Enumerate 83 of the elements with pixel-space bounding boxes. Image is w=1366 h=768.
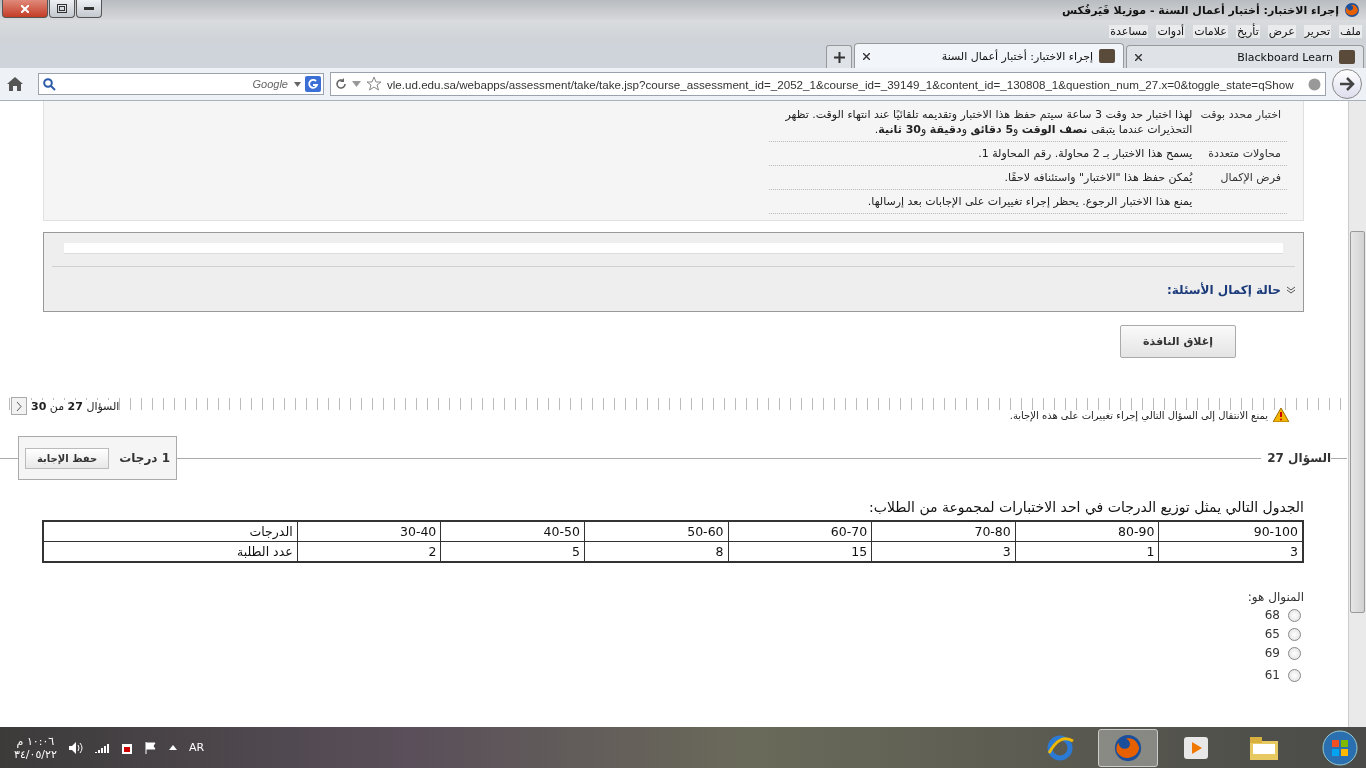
restore-icon xyxy=(57,4,67,13)
search-box[interactable]: Google xyxy=(38,73,324,95)
expand-chevron-icon[interactable] xyxy=(1287,286,1295,294)
radio-button[interactable] xyxy=(1288,627,1301,641)
signal-icon[interactable] xyxy=(94,742,109,753)
browser-tab[interactable]: Blackboard Learn xyxy=(1126,45,1364,68)
back-button[interactable] xyxy=(1332,69,1362,99)
table-cell: 50-60 xyxy=(584,521,729,542)
home-icon[interactable] xyxy=(6,76,24,92)
flag-icon[interactable] xyxy=(144,741,157,754)
minimize-button[interactable] xyxy=(76,0,102,18)
menu-item[interactable]: تأريخ xyxy=(1235,24,1260,38)
radio-button[interactable] xyxy=(1288,668,1301,682)
taskbar-button[interactable] xyxy=(1098,728,1158,767)
next-question-button[interactable] xyxy=(11,397,27,415)
close-icon[interactable] xyxy=(863,52,870,60)
menu-item[interactable]: عرض xyxy=(1267,24,1296,38)
info-text: يسمح هذا الاختبار بـ 2 محاولة. رقم المحاولة 1. xyxy=(769,142,1193,166)
firefox-icon xyxy=(1113,732,1143,763)
table-cell: 30-40 xyxy=(297,521,441,542)
table-cell: 80-90 xyxy=(1015,521,1159,542)
warning-icon xyxy=(1273,408,1289,422)
window-title: إجراء الاختبار: أختبار أعمال السنة - موزيلا فَيَرفُكس xyxy=(1062,3,1339,17)
caret-up-icon[interactable] xyxy=(168,745,177,750)
info-label: محاولات متعددة xyxy=(1192,142,1287,166)
dropdown-caret-icon xyxy=(294,81,301,87)
site-icon xyxy=(1339,50,1355,64)
table-cell: 40-50 xyxy=(440,521,585,542)
close-icon xyxy=(21,4,29,13)
close-icon[interactable] xyxy=(1135,53,1142,61)
plus-icon xyxy=(833,51,845,63)
question-text: الجدول التالي يمثل توزيع الدرجات في احد الاختبارات لمجموعة من الطلاب: xyxy=(868,499,1304,515)
menu-item[interactable]: تحرير xyxy=(1303,24,1332,38)
search-icon xyxy=(43,77,56,91)
info-label: فرض الإكمال xyxy=(1192,166,1287,190)
language-indicator[interactable]: AR xyxy=(188,741,205,754)
arrow-icon xyxy=(1339,77,1355,91)
table-cell: 70-80 xyxy=(871,521,1016,542)
info-text: لهذا اختبار حد وقت 3 ساعة سيتم حفظ هذا الاختبار وتقديمه تلقائيًا عند انتهاء الوقت. تظهر التحذيرات عندما يتبقى نصف الوقت و5 دقائق ودقيقة و30 ثانية. xyxy=(769,103,1193,142)
speaker-icon[interactable] xyxy=(68,741,83,754)
radio-button[interactable] xyxy=(1288,646,1301,660)
option-label: 61 xyxy=(1264,668,1280,682)
address-field[interactable]: vle.ud.edu.sa/webapps/assessment/take/take.jsp?course_assessment_id=_2052_1&course_id=_39149_1&content_id=_130808_1&question_num_27.x=0&toggle_state=qShow xyxy=(330,72,1326,96)
reload-icon[interactable] xyxy=(335,78,347,90)
option-label: 65 xyxy=(1264,627,1280,641)
new-tab-button[interactable] xyxy=(826,45,852,68)
menu-item[interactable]: أدوات xyxy=(1156,24,1186,38)
close-button[interactable] xyxy=(2,0,48,18)
browser-tab[interactable]: إجراء الاختبار: أختبار أعمال السنة xyxy=(854,43,1124,68)
clock-date: ٣٤/٠٥/٢٢ xyxy=(14,747,57,761)
info-text: يُمكن حفظ هذا "الاختبار" واستئنافه لاحقًا. xyxy=(769,166,1193,190)
chevron-icon xyxy=(16,401,22,411)
google-icon xyxy=(305,76,321,92)
option-label: 69 xyxy=(1264,646,1280,660)
dropdown-caret-icon xyxy=(352,81,361,87)
menu-item[interactable]: مساعدة xyxy=(1109,24,1149,38)
table-cell: 60-70 xyxy=(728,521,872,542)
minimize-icon xyxy=(84,7,94,10)
points-text: 1 درجات xyxy=(119,451,171,465)
warning-text: يمنع الانتقال إلى السؤال التالي إجراء تغييرات على هذه الإجابة. xyxy=(1009,409,1268,421)
globe-icon xyxy=(1308,77,1321,91)
site-icon xyxy=(1099,49,1115,63)
radio-button[interactable] xyxy=(1288,608,1301,622)
info-label: اختبار محدد بوقت xyxy=(1192,103,1287,142)
windows-logo-icon xyxy=(1322,729,1358,766)
url-text: vle.ud.edu.sa/webapps/assessment/take/take.jsp?course_assessment_id=_2052_1&course_id=_39149_1&content_id=_130808_1&question_num_27.x=0&toggle_state=qShow xyxy=(387,77,1295,91)
menu-item[interactable]: علامات xyxy=(1193,24,1228,38)
question-prompt: المنوال هو: xyxy=(1246,590,1304,604)
start-button[interactable] xyxy=(1320,728,1360,767)
close-window-button[interactable]: إغلاق النافذة xyxy=(1120,325,1236,358)
restore-button[interactable] xyxy=(49,0,75,18)
firefox-icon xyxy=(1344,2,1360,18)
option-label: 68 xyxy=(1264,608,1280,622)
menu-item[interactable]: ملف xyxy=(1339,24,1362,38)
table-cell: 90-100 xyxy=(1158,521,1303,542)
clock-time: ١٠:٠٦ م xyxy=(16,734,55,748)
bookmark-star-icon[interactable] xyxy=(366,76,382,92)
question-title: السؤال 27 xyxy=(1261,451,1331,465)
folder-icon xyxy=(1249,734,1279,761)
info-text: يمنع هذا الاختبار الرجوع. يحظر إجراء تغييرات على الإجابات بعد إرسالها. xyxy=(769,190,1193,214)
panel-title[interactable]: حالة إكمال الأسئلة: xyxy=(1166,283,1281,297)
save-answer-button[interactable]: حفظ الإجابة xyxy=(25,447,110,469)
scroll-thumb[interactable] xyxy=(1350,231,1365,613)
